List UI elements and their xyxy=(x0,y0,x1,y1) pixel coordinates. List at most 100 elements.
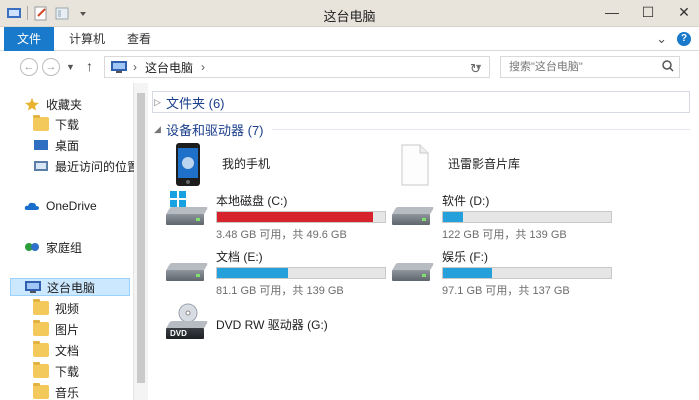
close-button[interactable]: ✕ xyxy=(675,4,693,21)
star-icon xyxy=(24,97,40,111)
drive-tile-f[interactable]: 娱乐 (F:) 97.1 GB 可用，共 137 GB xyxy=(391,249,612,298)
breadcrumb-arrow-icon[interactable]: › xyxy=(201,60,205,74)
ribbon-controls: ⌄ ? xyxy=(656,31,691,47)
expand-chevron-icon[interactable]: ▷ xyxy=(154,97,166,108)
device-tile-media-library[interactable]: 迅雷影音片库 xyxy=(398,143,618,186)
sidebar-item-videos[interactable]: 视频 xyxy=(33,299,79,317)
sidebar-item-recent-places[interactable]: 最近访问的位置 xyxy=(33,157,139,175)
sidebar-item-music[interactable]: 音乐 xyxy=(33,383,79,400)
computer-icon xyxy=(111,61,127,73)
sidebar-item-onedrive[interactable]: OneDrive xyxy=(24,197,97,215)
sidebar-item-label: 下载 xyxy=(55,117,80,132)
group-title: 设备和驱动器 (7) xyxy=(166,122,264,138)
drive-usage-fill xyxy=(217,268,288,278)
sidebar-item-label: 音乐 xyxy=(55,385,80,400)
sidebar-item-downloads-pc[interactable]: 下载 xyxy=(33,362,79,380)
back-button[interactable]: ← xyxy=(20,58,38,76)
dvd-label: DVD xyxy=(170,329,187,338)
drive-free-space: 3.48 GB 可用，共 49.6 GB xyxy=(216,229,347,241)
system-drive-icon xyxy=(165,191,210,233)
computer-icon xyxy=(25,280,41,294)
minimize-button[interactable]: — xyxy=(603,4,621,21)
sidebar-item-pictures[interactable]: 图片 xyxy=(33,320,79,338)
ribbon-tabs: 文件 计算机 查看 ⌄ ? xyxy=(0,27,699,51)
navigation-pane-scrollbar[interactable] xyxy=(134,83,148,400)
window-controls: — ☐ ✕ xyxy=(603,4,693,21)
sidebar-item-label: 图片 xyxy=(55,322,80,337)
group-title: 文件夹 (6) xyxy=(166,95,225,111)
tab-file[interactable]: 文件 xyxy=(4,27,54,51)
drive-name: 娱乐 (F:) xyxy=(442,250,488,264)
pictures-folder-icon xyxy=(33,320,49,336)
expand-ribbon-chevron-icon[interactable]: ⌄ xyxy=(656,31,667,47)
breadcrumb-this-pc[interactable]: 这台电脑 xyxy=(145,59,193,76)
videos-folder-icon xyxy=(33,299,49,315)
drive-tile-dvd[interactable]: DVD DVD RW 驱动器 (G:) xyxy=(165,303,386,345)
sidebar-item-documents[interactable]: 文档 xyxy=(33,341,79,359)
navigation-pane: 收藏夹 下载 桌面 最近访问的位置 OneDrive 家庭组 这台电脑 视频 图… xyxy=(0,83,139,400)
tab-computer[interactable]: 计算机 xyxy=(69,27,105,51)
up-button[interactable]: ↑ xyxy=(86,58,93,74)
forward-button[interactable]: → xyxy=(42,58,60,76)
sidebar-item-label: 这台电脑 xyxy=(47,280,96,295)
sidebar-item-label: 最近访问的位置 xyxy=(55,159,140,174)
device-name: 迅雷影音片库 xyxy=(448,157,521,171)
phone-icon xyxy=(172,143,216,186)
collapse-chevron-icon[interactable]: ◢ xyxy=(154,124,166,135)
downloads-folder-icon xyxy=(33,115,49,131)
desktop-icon xyxy=(33,138,49,152)
sidebar-item-label: 桌面 xyxy=(55,138,80,153)
devices-group-header[interactable]: ◢ 设备和驱动器 (7) xyxy=(148,119,690,139)
dvd-drive-icon: DVD xyxy=(165,303,210,345)
drive-tile-e[interactable]: 文档 (E:) 81.1 GB 可用，共 139 GB xyxy=(165,249,386,298)
drive-usage-fill xyxy=(443,268,492,278)
drive-usage-bar xyxy=(442,211,612,223)
sidebar-item-label: 视频 xyxy=(55,301,80,316)
search-input[interactable]: 搜索"这台电脑" xyxy=(500,56,680,78)
folders-group-header[interactable]: ▷ 文件夹 (6) xyxy=(148,92,690,112)
homegroup-icon xyxy=(24,240,40,254)
recent-places-icon xyxy=(33,159,49,173)
drive-name: 软件 (D:) xyxy=(442,194,490,208)
hard-drive-icon xyxy=(165,249,210,289)
recent-locations-chevron-icon[interactable]: ▼ xyxy=(66,62,75,72)
help-icon[interactable]: ? xyxy=(677,32,691,46)
drive-name: DVD RW 驱动器 (G:) xyxy=(216,318,328,332)
sidebar-item-this-pc[interactable]: 这台电脑 xyxy=(10,278,130,296)
sidebar-item-downloads[interactable]: 下载 xyxy=(33,115,79,133)
drive-tile-d[interactable]: 软件 (D:) 122 GB 可用，共 139 GB xyxy=(391,193,612,242)
sidebar-item-label: 家庭组 xyxy=(46,240,83,255)
music-folder-icon xyxy=(33,383,49,399)
drive-name: 本地磁盘 (C:) xyxy=(216,194,288,208)
drive-free-space: 122 GB 可用，共 139 GB xyxy=(442,229,567,241)
tab-view[interactable]: 查看 xyxy=(127,27,151,51)
sidebar-item-label: 下载 xyxy=(55,364,80,379)
maximize-button[interactable]: ☐ xyxy=(639,4,657,21)
scrollbar-thumb[interactable] xyxy=(137,93,145,383)
search-icon[interactable] xyxy=(662,60,674,75)
title-bar: 这台电脑 — ☐ ✕ xyxy=(0,0,699,27)
device-name: 我的手机 xyxy=(222,157,271,171)
drive-tile-c[interactable]: 本地磁盘 (C:) 3.48 GB 可用，共 49.6 GB xyxy=(165,191,386,242)
cloud-icon xyxy=(24,199,40,213)
sidebar-item-favorites[interactable]: 收藏夹 xyxy=(24,95,82,113)
refresh-icon[interactable]: ↻ xyxy=(470,61,481,77)
drive-name: 文档 (E:) xyxy=(216,250,263,264)
sidebar-item-homegroup[interactable]: 家庭组 xyxy=(24,238,82,256)
document-icon xyxy=(398,143,442,186)
drive-free-space: 81.1 GB 可用，共 139 GB xyxy=(216,285,344,297)
sidebar-item-label: 文档 xyxy=(55,343,80,358)
address-bar[interactable]: › 这台电脑 › ▼ xyxy=(104,56,490,78)
content-pane: ▷ 文件夹 (6) ◢ 设备和驱动器 (7) 我的手机 迅雷影音片库 本地磁盘 … xyxy=(148,83,699,400)
address-separator-icon[interactable]: › xyxy=(133,60,137,74)
sidebar-item-label: OneDrive xyxy=(46,199,97,213)
hard-drive-icon xyxy=(391,193,436,233)
drive-usage-fill xyxy=(217,212,374,222)
drive-free-space: 97.1 GB 可用，共 137 GB xyxy=(442,285,570,297)
hard-drive-icon xyxy=(391,249,436,289)
sidebar-item-desktop[interactable]: 桌面 xyxy=(33,136,79,154)
drive-usage-bar xyxy=(442,267,612,279)
sidebar-item-label: 收藏夹 xyxy=(46,97,83,112)
device-tile-phone[interactable]: 我的手机 xyxy=(172,143,372,186)
navigation-bar: ← → ▼ ↑ › 这台电脑 › ▼ ↻ 搜索"这台电脑" xyxy=(0,51,699,83)
